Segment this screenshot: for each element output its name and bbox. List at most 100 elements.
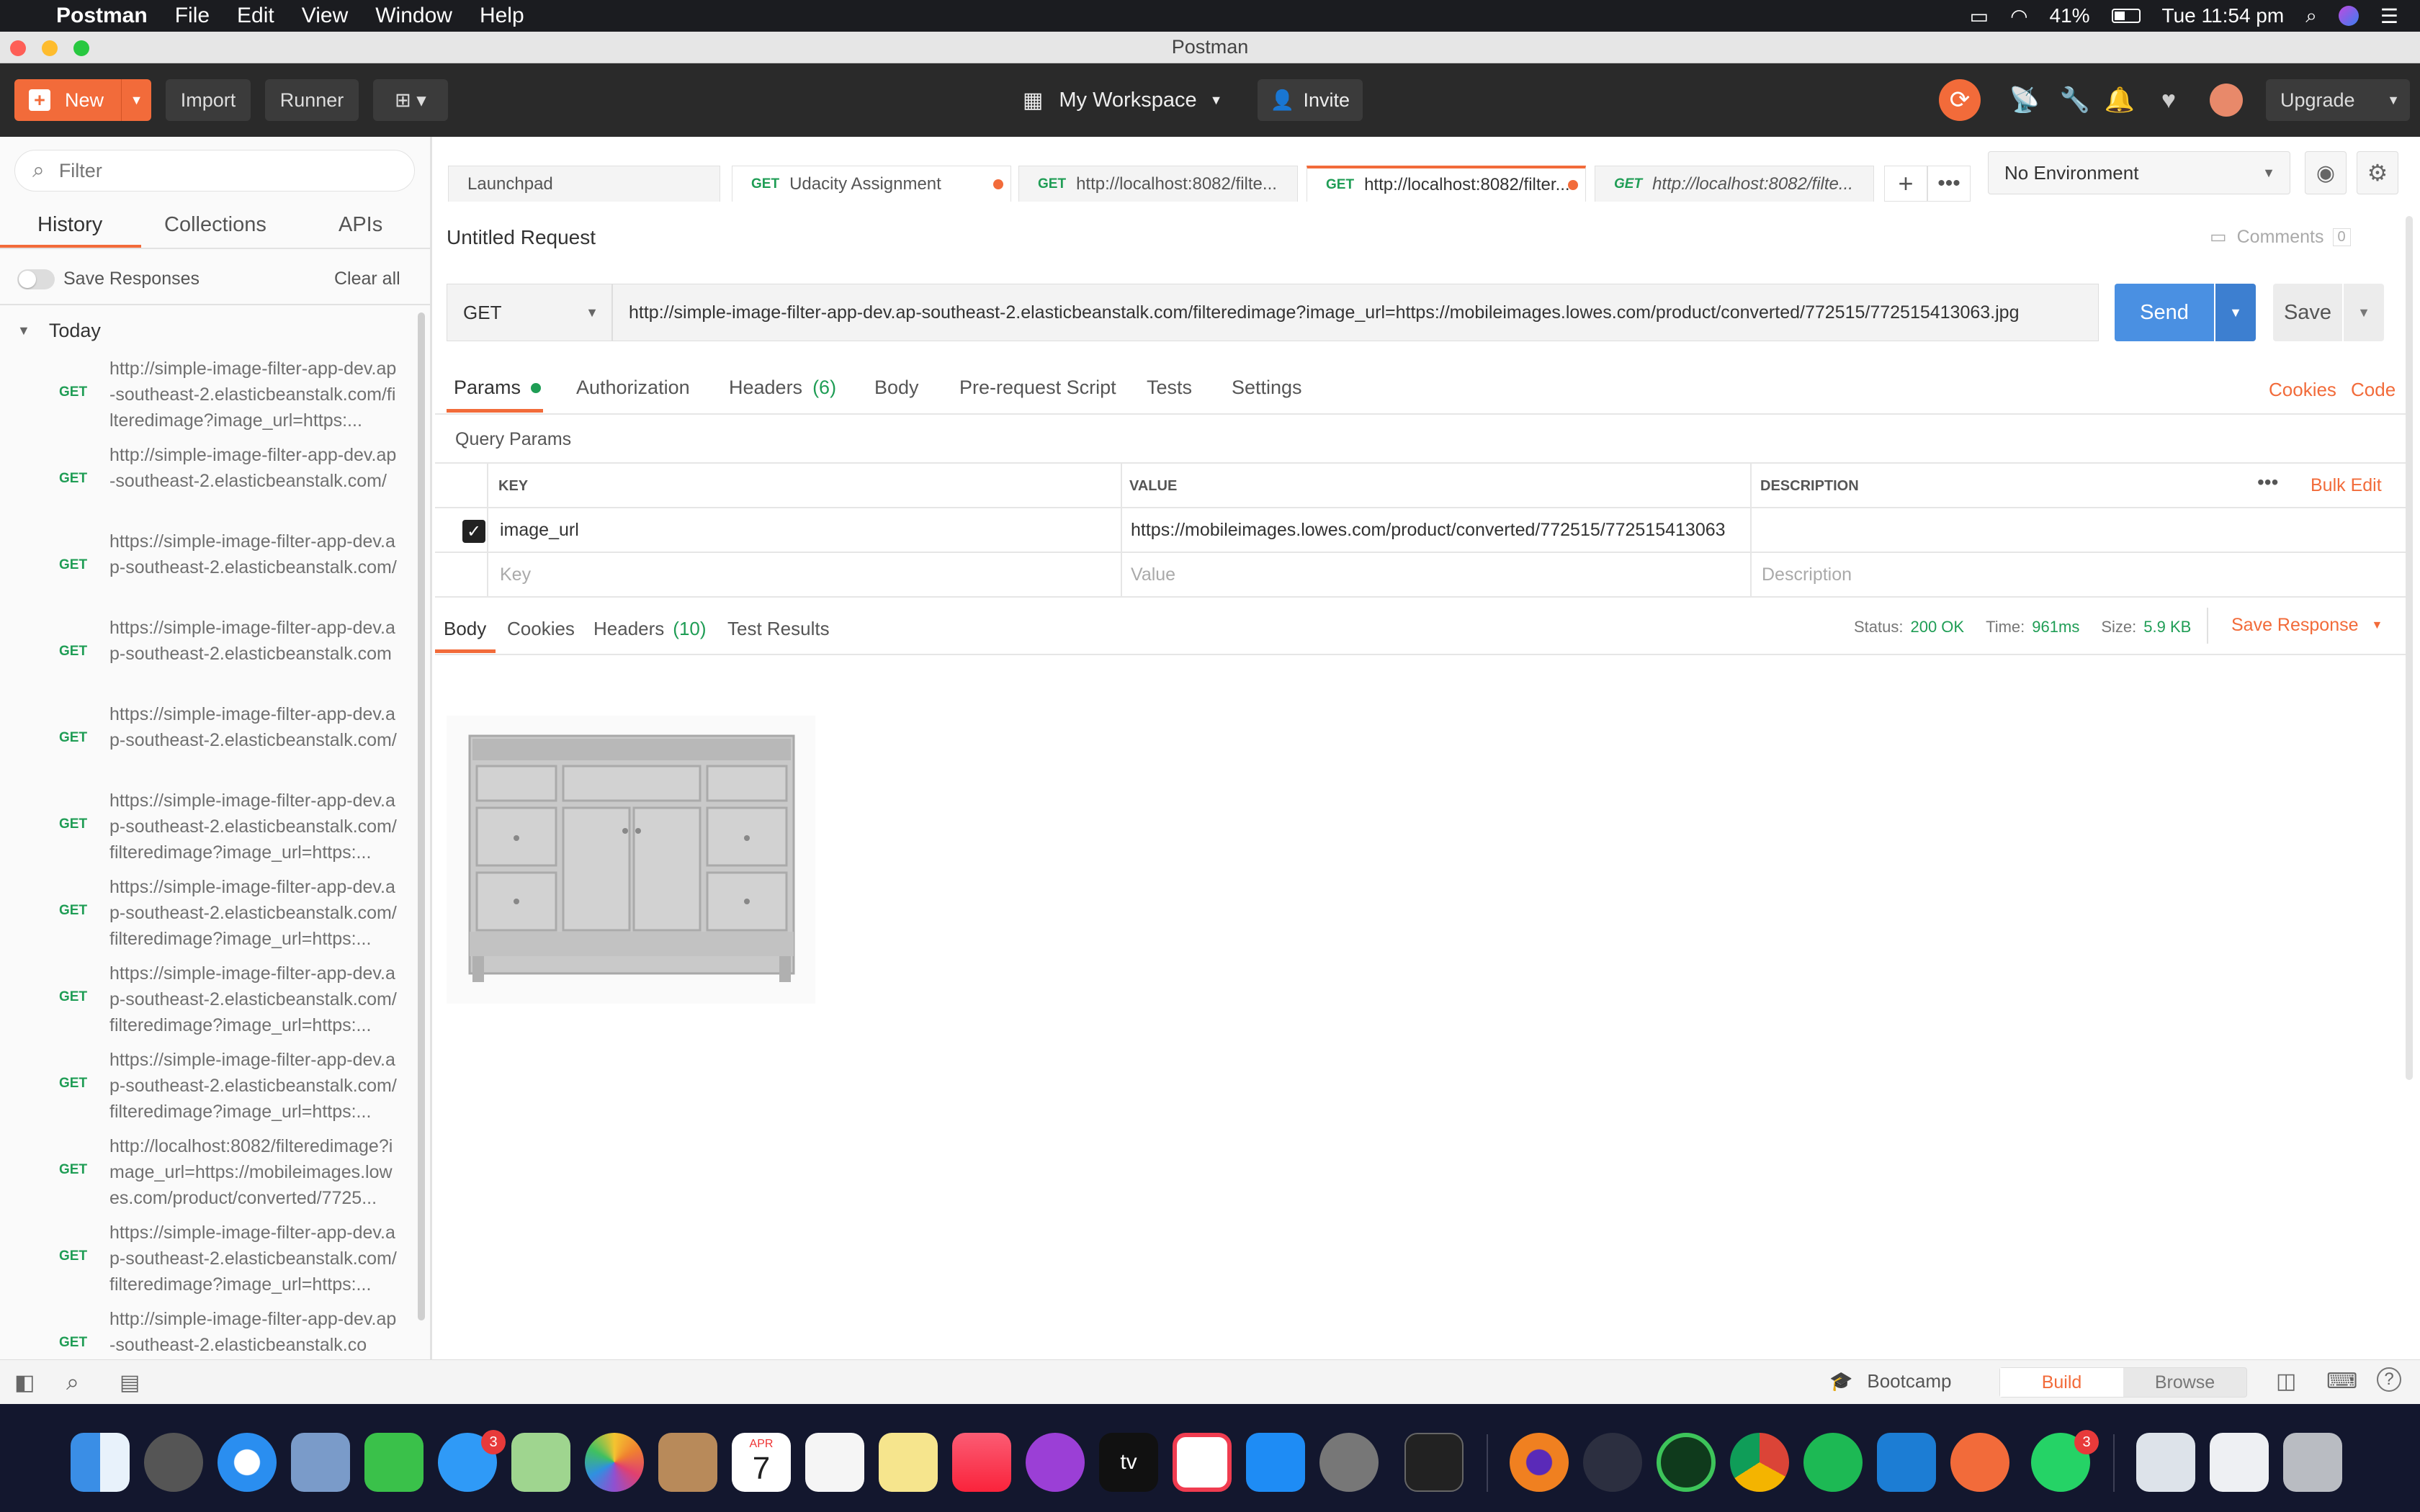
- runner-button[interactable]: Runner: [265, 79, 359, 121]
- environment-quicklook-button[interactable]: ◉: [2305, 151, 2347, 194]
- tab-headers[interactable]: Headers (6): [729, 377, 836, 399]
- menu-help[interactable]: Help: [480, 4, 524, 28]
- system-preferences-icon[interactable]: [1319, 1433, 1379, 1492]
- firefox-icon[interactable]: [1510, 1433, 1569, 1492]
- find-icon[interactable]: ⌕: [66, 1369, 79, 1396]
- tab-localhost-active[interactable]: GET http://localhost:8082/filter...: [1307, 166, 1586, 202]
- avatar[interactable]: [2210, 84, 2243, 117]
- tab-udacity-assignment[interactable]: GET Udacity Assignment: [732, 166, 1011, 202]
- new-value-field[interactable]: Value: [1131, 564, 1175, 585]
- save-options-button[interactable]: ▼: [2344, 284, 2384, 341]
- heart-icon[interactable]: ♥: [2152, 84, 2185, 117]
- chrome-icon[interactable]: [1730, 1433, 1789, 1492]
- tab-params[interactable]: Params: [454, 377, 542, 399]
- history-item[interactable]: GET http://simple-image-filter-app-dev.ap…: [0, 348, 403, 435]
- tab-prerequest-script[interactable]: Pre-request Script: [959, 377, 1116, 399]
- send-button[interactable]: Send: [2115, 284, 2214, 341]
- mail-icon[interactable]: [291, 1433, 350, 1492]
- two-pane-view-icon[interactable]: ◫: [2276, 1369, 2296, 1394]
- history-item[interactable]: GET http://simple-image-filter-app-dev.ap…: [0, 435, 403, 521]
- tab-localhost-preview[interactable]: GET http://localhost:8082/filte...: [1595, 166, 1874, 202]
- tab-options-button[interactable]: •••: [1927, 166, 1971, 202]
- new-window-button[interactable]: ⊞ ▾: [373, 79, 448, 121]
- comments-button[interactable]: ▭ Comments 0: [2210, 226, 2351, 248]
- menu-file[interactable]: File: [175, 4, 210, 28]
- chevron-down-icon[interactable]: ▼: [121, 79, 151, 121]
- new-button[interactable]: + New ▼: [14, 79, 151, 121]
- param-value-field[interactable]: https://mobileimages.lowes.com/product/c…: [1131, 520, 1726, 541]
- history-item[interactable]: GET https://simple-image-filter-app-dev.a…: [0, 1212, 403, 1299]
- menu-window[interactable]: Window: [375, 4, 452, 28]
- tab-localhost-1[interactable]: GET http://localhost:8082/filte...: [1018, 166, 1298, 202]
- manage-environments-button[interactable]: ⚙: [2357, 151, 2398, 194]
- bell-icon[interactable]: 🔔: [2103, 84, 2136, 117]
- calendar-icon[interactable]: APR 7: [732, 1433, 791, 1492]
- history-item[interactable]: GET https://simple-image-filter-app-dev.a…: [0, 953, 403, 1040]
- bootcamp-button[interactable]: 🎓 Bootcamp: [1829, 1370, 1951, 1392]
- response-tab-body[interactable]: Body: [444, 618, 486, 640]
- minimize-window-button[interactable]: [42, 40, 58, 56]
- screenshot-file-icon[interactable]: [2210, 1433, 2269, 1492]
- clear-all-link[interactable]: Clear all: [334, 269, 400, 289]
- tab-authorization[interactable]: Authorization: [576, 377, 690, 399]
- postman-dock-icon[interactable]: [1950, 1433, 2009, 1492]
- close-window-button[interactable]: [10, 40, 26, 56]
- console-icon[interactable]: ▤: [120, 1370, 140, 1395]
- launchpad-icon[interactable]: [144, 1433, 203, 1492]
- satellite-icon[interactable]: 📡: [2008, 84, 2041, 117]
- battery-icon[interactable]: [2111, 9, 2141, 23]
- time-value[interactable]: 961ms: [2032, 618, 2079, 636]
- trash-icon[interactable]: [2283, 1433, 2342, 1492]
- spotify-icon[interactable]: [1803, 1433, 1863, 1492]
- notes-icon[interactable]: [879, 1433, 938, 1492]
- params-more-icon[interactable]: •••: [2257, 471, 2278, 494]
- tab-history[interactable]: History: [37, 213, 102, 237]
- environment-select[interactable]: No Environment ▼: [1988, 151, 2290, 194]
- help-icon[interactable]: ?: [2377, 1367, 2401, 1392]
- appletv-icon[interactable]: tv: [1099, 1433, 1158, 1492]
- menu-edit[interactable]: Edit: [237, 4, 274, 28]
- clock[interactable]: Tue 11:54 pm: [2162, 4, 2285, 27]
- music-icon[interactable]: [952, 1433, 1011, 1492]
- history-group-today[interactable]: ▼ Today: [17, 320, 101, 342]
- photos-icon[interactable]: [585, 1433, 644, 1492]
- history-item[interactable]: GET https://simple-image-filter-app-dev.a…: [0, 780, 403, 867]
- airplay-icon[interactable]: ▭: [1970, 4, 1989, 28]
- filter-input[interactable]: [58, 159, 376, 182]
- import-button[interactable]: Import: [166, 79, 251, 121]
- tab-launchpad[interactable]: Launchpad: [448, 166, 720, 202]
- invite-button[interactable]: 👤 Invite: [1258, 79, 1363, 121]
- code-link[interactable]: Code: [2351, 379, 2396, 401]
- news-icon[interactable]: [1173, 1433, 1232, 1492]
- contacts-icon[interactable]: [658, 1433, 717, 1492]
- finder-icon[interactable]: [71, 1433, 130, 1492]
- response-tab-headers[interactable]: Headers (10): [593, 618, 707, 640]
- add-tab-button[interactable]: +: [1884, 166, 1927, 202]
- cookies-link[interactable]: Cookies: [2269, 379, 2336, 401]
- tab-collections[interactable]: Collections: [164, 213, 266, 237]
- history-item[interactable]: GET https://simple-image-filter-app-dev.a…: [0, 694, 403, 780]
- menu-view[interactable]: View: [302, 4, 348, 28]
- history-item[interactable]: GET https://simple-image-filter-app-dev.a…: [0, 521, 403, 608]
- history-item[interactable]: GET https://simple-image-filter-app-dev.a…: [0, 608, 403, 694]
- upgrade-button[interactable]: Upgrade ▼: [2266, 79, 2410, 121]
- response-tab-test-results[interactable]: Test Results: [727, 618, 830, 640]
- spotlight-icon[interactable]: ⌕: [2305, 4, 2317, 28]
- size-value[interactable]: 5.9 KB: [2143, 618, 2191, 636]
- wifi-icon[interactable]: ◠: [2010, 4, 2027, 28]
- status-value[interactable]: 200 OK: [1910, 618, 1964, 636]
- menu-postman[interactable]: Postman: [56, 4, 148, 28]
- notification-center-icon[interactable]: ☰: [2380, 4, 2398, 28]
- param-enabled-checkbox[interactable]: ✓: [462, 520, 485, 543]
- send-options-button[interactable]: ▼: [2215, 284, 2256, 341]
- sync-app-icon[interactable]: [1657, 1433, 1716, 1492]
- siri-icon[interactable]: [2338, 6, 2359, 26]
- param-key-field[interactable]: image_url: [500, 520, 579, 541]
- main-scrollbar[interactable]: [2406, 216, 2413, 1080]
- new-key-field[interactable]: Key: [500, 564, 531, 585]
- rocket-icon[interactable]: [1583, 1433, 1642, 1492]
- build-mode-button[interactable]: Build: [2000, 1368, 2123, 1397]
- history-item[interactable]: GET https://simple-image-filter-app-dev.a…: [0, 867, 403, 953]
- tab-settings[interactable]: Settings: [1232, 377, 1302, 399]
- request-name[interactable]: Untitled Request: [447, 226, 596, 249]
